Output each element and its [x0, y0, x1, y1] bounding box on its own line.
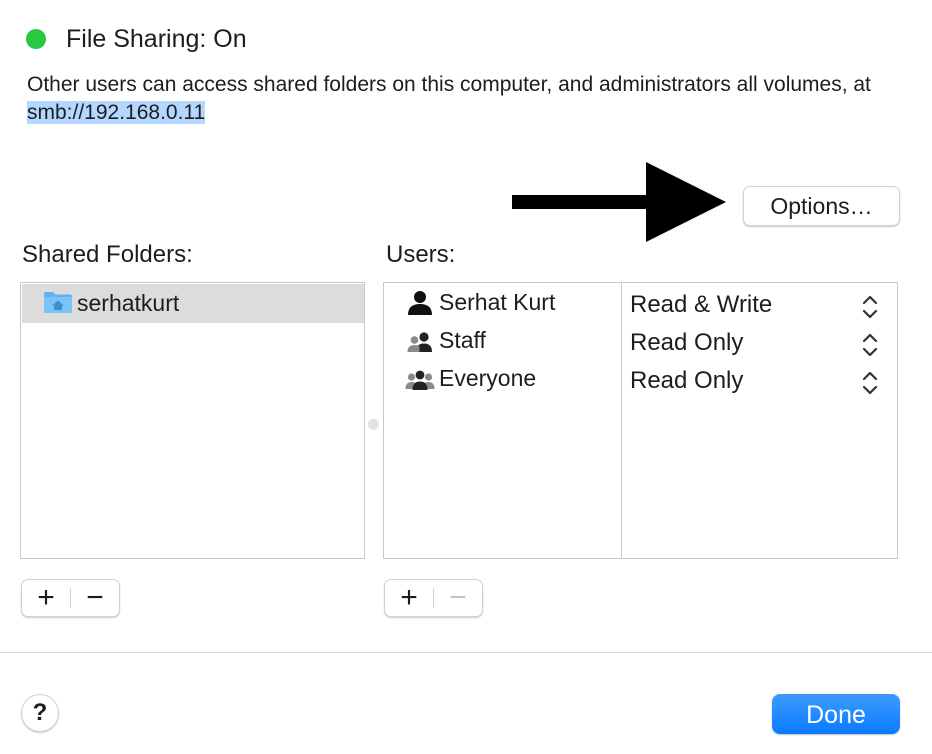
- shared-folder-name: serhatkurt: [77, 290, 180, 316]
- user-icon: [408, 291, 432, 315]
- everyone-icon: [405, 370, 435, 390]
- user-name: Serhat Kurt: [439, 289, 556, 315]
- up-down-chevron-icon: [862, 295, 878, 319]
- status-description: Other users can access shared folders on…: [27, 71, 897, 127]
- user-row[interactable]: Everyone: [384, 361, 621, 399]
- permission-popup[interactable]: Read Only: [622, 362, 898, 400]
- user-name: Staff: [439, 327, 486, 353]
- group-icon: [407, 332, 432, 352]
- shared-folders-label: Shared Folders:: [22, 241, 193, 268]
- user-name: Everyone: [439, 365, 537, 391]
- remove-folder-button[interactable]: −: [71, 580, 119, 616]
- home-folder-icon: [44, 292, 72, 313]
- users-list[interactable]: Serhat Kurt Read & Write Staff Read Only: [383, 282, 898, 559]
- users-add-remove: + −: [384, 579, 483, 617]
- up-down-chevron-icon: [862, 333, 878, 357]
- shared-folder-row[interactable]: serhatkurt: [22, 284, 364, 323]
- add-user-button[interactable]: +: [385, 580, 433, 616]
- status-description-text: Other users can access shared folders on…: [27, 73, 871, 96]
- permission-popup[interactable]: Read Only: [622, 324, 898, 362]
- permission-label: Read Only: [630, 329, 744, 356]
- add-folder-button[interactable]: +: [22, 580, 70, 616]
- smb-address[interactable]: smb://192.168.0.11: [27, 101, 206, 124]
- shared-folders-list[interactable]: serhatkurt: [20, 282, 365, 559]
- permission-label: Read & Write: [630, 291, 773, 318]
- footer-divider: [0, 652, 932, 653]
- splitter-handle[interactable]: [368, 419, 379, 430]
- user-row[interactable]: Serhat Kurt: [384, 285, 621, 323]
- user-row[interactable]: Staff: [384, 323, 621, 361]
- permission-popup[interactable]: Read & Write: [622, 286, 898, 324]
- permission-label: Read Only: [630, 367, 744, 394]
- status-title: File Sharing: On: [66, 25, 247, 53]
- status-indicator: [26, 29, 46, 49]
- remove-user-button[interactable]: −: [434, 580, 482, 616]
- help-button[interactable]: ?: [21, 694, 59, 732]
- annotation-arrow: [512, 162, 726, 242]
- done-button[interactable]: Done: [772, 694, 900, 734]
- users-label: Users:: [386, 241, 456, 268]
- options-button[interactable]: Options…: [743, 186, 900, 226]
- up-down-chevron-icon: [862, 371, 878, 395]
- shared-folders-add-remove: + −: [21, 579, 120, 617]
